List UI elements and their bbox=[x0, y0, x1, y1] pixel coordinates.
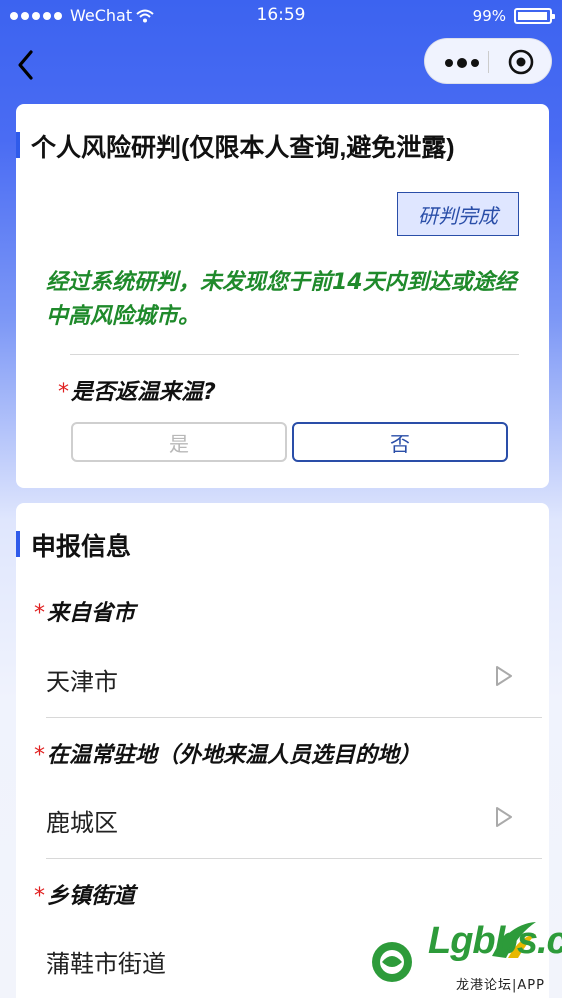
return-question-label: *是否返温来温? bbox=[58, 374, 216, 406]
origin-province-label: *来自省市 bbox=[34, 595, 135, 627]
watermark-subtext: 龙港论坛|APP bbox=[456, 978, 545, 993]
divider bbox=[70, 354, 519, 355]
mini-program-capsule bbox=[424, 38, 552, 84]
street-label: *乡镇街道 bbox=[34, 878, 135, 910]
required-mark: * bbox=[58, 380, 69, 405]
residence-value[interactable]: 鹿城区 bbox=[46, 803, 118, 838]
origin-province-value[interactable]: 天津市 bbox=[46, 662, 118, 697]
battery-area: 99% bbox=[472, 7, 555, 25]
risk-card-title: 个人风险研判(仅限本人查询,避免泄露) bbox=[16, 128, 455, 164]
field-label-text: 在温常驻地（外地来温人员选目的地） bbox=[47, 743, 422, 768]
battery-percent: 99% bbox=[472, 7, 506, 25]
street-value[interactable]: 蒲鞋市街道 bbox=[46, 944, 166, 979]
chevron-left-icon[interactable] bbox=[12, 48, 42, 82]
required-mark: * bbox=[34, 601, 45, 626]
target-icon[interactable] bbox=[507, 48, 535, 76]
residence-label: *在温常驻地（外地来温人员选目的地） bbox=[34, 737, 421, 769]
report-card-title: 申报信息 bbox=[16, 527, 131, 563]
battery-icon bbox=[514, 8, 555, 24]
option-no-button[interactable]: 否 bbox=[292, 422, 508, 462]
option-yes-button[interactable]: 是 bbox=[71, 422, 287, 462]
divider bbox=[46, 858, 542, 859]
field-label-text: 乡镇街道 bbox=[47, 884, 136, 909]
divider bbox=[46, 717, 542, 718]
required-mark: * bbox=[34, 743, 45, 768]
capsule-divider bbox=[488, 51, 489, 73]
field-label-text: 来自省市 bbox=[47, 601, 136, 626]
status-bar: WeChat 16:59 99% bbox=[0, 0, 562, 34]
play-arrow-icon[interactable] bbox=[494, 805, 514, 829]
assessment-status-badge: 研判完成 bbox=[397, 192, 519, 236]
more-dots-icon[interactable] bbox=[439, 39, 487, 85]
assessment-result-text: 经过系统研判，未发现您于前14天内到达或途经中高风险城市。 bbox=[46, 270, 517, 329]
risk-assessment-card: 个人风险研判(仅限本人查询,避免泄露) 研判完成 经过系统研判，未发现您于前14… bbox=[16, 104, 549, 488]
lgbbs-watermark: Lgbbs.cn 龙港论坛|APP bbox=[368, 920, 562, 996]
play-arrow-icon[interactable] bbox=[494, 664, 514, 688]
required-mark: * bbox=[34, 884, 45, 909]
question-text: 是否返温来温? bbox=[71, 380, 216, 405]
watermark-text: Lgbbs.cn bbox=[428, 920, 562, 962]
